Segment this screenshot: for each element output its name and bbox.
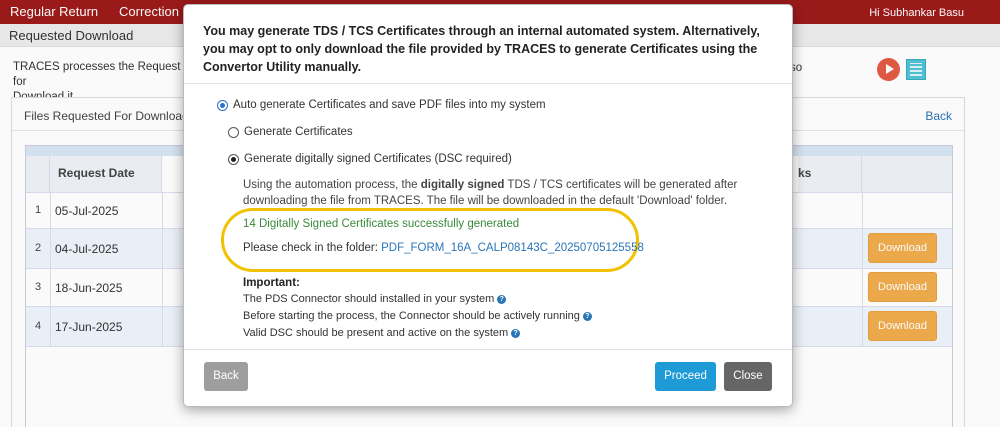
important-item: The PDS Connector should installed in yo…: [243, 293, 507, 305]
important-item: Before starting the process, the Connect…: [243, 310, 592, 322]
important-text: Valid DSC should be present and active o…: [243, 327, 509, 339]
proceed-button[interactable]: Proceed: [655, 362, 716, 391]
success-message: 14 Digitally Signed Certificates success…: [243, 218, 520, 230]
folder-label: Please check in the folder:: [243, 242, 382, 254]
important-text: Before starting the process, the Connect…: [243, 310, 580, 322]
close-button[interactable]: Close: [724, 362, 772, 391]
back-button[interactable]: Back: [204, 362, 248, 391]
radio-auto-generate[interactable]: [217, 100, 228, 111]
option-generate-label: Generate Certificates: [244, 126, 353, 138]
radio-generate-dsc[interactable]: [228, 154, 239, 165]
option-dsc-label: Generate digitally signed Certificates (…: [244, 153, 512, 165]
radio-generate-certificates[interactable]: [228, 127, 239, 138]
desc-part-1: Using the automation process, the: [243, 179, 421, 191]
certificate-modal: You may generate TDS / TCS Certificates …: [183, 4, 793, 407]
folder-link[interactable]: PDF_FORM_16A_CALP08143C_20250705125558: [381, 242, 644, 254]
folder-info: Please check in the folder: PDF_FORM_16A…: [243, 242, 644, 254]
desc-bold: digitally signed: [420, 179, 505, 191]
important-text: The PDS Connector should installed in yo…: [243, 293, 495, 305]
help-icon[interactable]: ?: [497, 294, 507, 304]
help-icon[interactable]: ?: [511, 328, 521, 338]
important-title: Important:: [243, 277, 300, 289]
important-item: Valid DSC should be present and active o…: [243, 327, 521, 339]
help-icon[interactable]: ?: [582, 311, 592, 321]
divider: [184, 83, 792, 84]
option-auto-generate-label: Auto generate Certificates and save PDF …: [233, 99, 546, 111]
automation-description: Using the automation process, the digita…: [243, 177, 743, 209]
modal-title: You may generate TDS / TCS Certificates …: [203, 24, 760, 74]
divider: [184, 349, 792, 350]
